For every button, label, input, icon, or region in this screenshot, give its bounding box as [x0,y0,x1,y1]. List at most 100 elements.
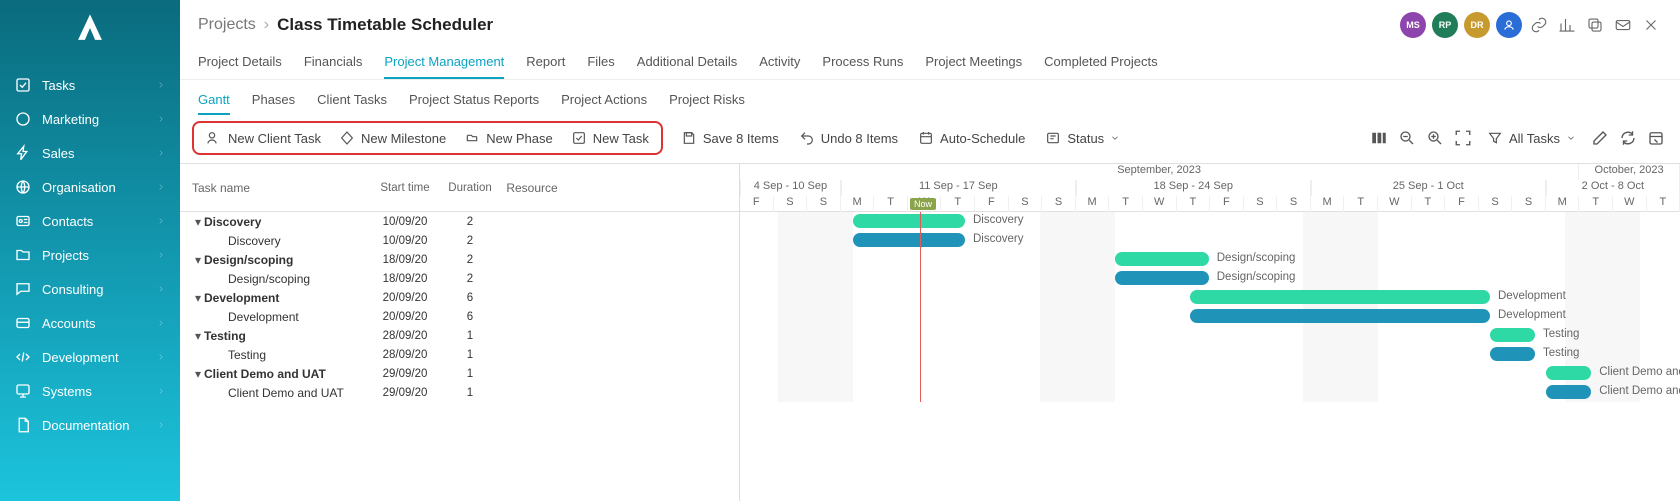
tab-project-details[interactable]: Project Details [198,48,282,79]
sidebar-item-projects[interactable]: Projects [0,238,180,272]
gantt-bar[interactable] [1490,347,1535,361]
zoom-out-icon[interactable] [1395,126,1419,150]
task-row[interactable]: ▾Client Demo and UAT29/09/201 [180,364,739,383]
new-task-button[interactable]: New Task [563,126,657,150]
timeline-row[interactable]: Client Demo and UAT [740,383,1680,402]
edit-icon[interactable] [1588,126,1612,150]
avatar[interactable] [1496,12,1522,38]
timeline-row[interactable]: Discovery [740,231,1680,250]
breadcrumb-sep: › [264,16,269,34]
timeline-row[interactable]: Design/scoping [740,269,1680,288]
avatar[interactable]: MS [1400,12,1426,38]
gantt-bar[interactable] [1190,309,1490,323]
zoom-fit-icon[interactable] [1451,126,1475,150]
sidebar-item-tasks[interactable]: Tasks [0,68,180,102]
task-name: Design/scoping [204,253,293,267]
caret-down-icon[interactable]: ▾ [192,367,204,381]
tab-financials[interactable]: Financials [304,48,363,79]
gantt-timeline[interactable]: September, 2023October, 20234 Sep - 10 S… [740,164,1680,501]
timeline-row[interactable]: Development [740,307,1680,326]
caret-down-icon[interactable]: ▾ [192,253,204,267]
tab-project-meetings[interactable]: Project Meetings [925,48,1022,79]
task-row[interactable]: ▾Design/scoping18/09/202 [180,250,739,269]
new-client-task-button[interactable]: New Client Task [198,126,329,150]
timeline-row[interactable]: Client Demo and UAT [740,364,1680,383]
sidebar-item-accounts[interactable]: Accounts [0,306,180,340]
refresh-icon[interactable] [1616,126,1640,150]
zoom-in-icon[interactable] [1423,126,1447,150]
save-button[interactable]: Save 8 Items [673,126,787,150]
close-icon[interactable] [1640,14,1662,36]
timeline-row[interactable]: Design/scoping [740,250,1680,269]
avatar[interactable]: RP [1432,12,1458,38]
tab-process-runs[interactable]: Process Runs [822,48,903,79]
sidebar-item-systems[interactable]: Systems [0,374,180,408]
timeline-row[interactable]: Development [740,288,1680,307]
gantt-bar[interactable] [853,233,966,247]
task-row[interactable]: Client Demo and UAT29/09/201 [180,383,739,402]
tab-additional-details[interactable]: Additional Details [637,48,737,79]
today-icon[interactable] [1644,126,1668,150]
new-phase-button[interactable]: New Phase [456,126,560,150]
copy-icon[interactable] [1584,14,1606,36]
gantt-bar[interactable] [1490,328,1535,342]
sidebar-item-organisation[interactable]: Organisation [0,170,180,204]
sidebar-item-contacts[interactable]: Contacts [0,204,180,238]
tab-phases[interactable]: Phases [252,86,295,115]
status-dropdown[interactable]: Status [1037,126,1128,150]
sidebar-item-consulting[interactable]: Consulting [0,272,180,306]
gantt-bar-label: Design/scoping [1217,271,1296,283]
chevron-right-icon [156,316,166,331]
gantt-bar[interactable] [1115,252,1209,266]
tab-project-actions[interactable]: Project Actions [561,86,647,115]
timeline-body[interactable]: DiscoveryDiscoveryDesign/scopingDesign/s… [740,212,1680,402]
tab-completed-projects[interactable]: Completed Projects [1044,48,1157,79]
tab-gantt[interactable]: Gantt [198,86,230,115]
sidebar-item-marketing[interactable]: Marketing [0,102,180,136]
timeline-row[interactable]: Discovery [740,212,1680,231]
undo-button[interactable]: Undo 8 Items [791,126,906,150]
col-header-name[interactable]: Task name [180,181,370,195]
tab-files[interactable]: Files [587,48,614,79]
col-header-duration[interactable]: Duration [440,182,500,194]
breadcrumb-root[interactable]: Projects [198,16,256,34]
timeline-row[interactable]: Testing [740,345,1680,364]
task-row[interactable]: ▾Testing28/09/201 [180,326,739,345]
sidebar-item-development[interactable]: Development [0,340,180,374]
new-milestone-button[interactable]: New Milestone [331,126,454,150]
tab-activity[interactable]: Activity [759,48,800,79]
gantt-bar[interactable] [1190,290,1490,304]
now-tag: Now [910,198,936,210]
gantt-bar[interactable] [1546,366,1591,380]
gantt-bar[interactable] [1546,385,1591,399]
task-row[interactable]: Testing28/09/201 [180,345,739,364]
col-header-start[interactable]: Start time [370,182,440,194]
caret-down-icon[interactable]: ▾ [192,329,204,343]
timeline-row[interactable]: Testing [740,326,1680,345]
task-row[interactable]: ▾Development20/09/206 [180,288,739,307]
caret-down-icon[interactable]: ▾ [192,215,204,229]
caret-down-icon[interactable]: ▾ [192,291,204,305]
gantt-bar[interactable] [1115,271,1209,285]
tab-project-management[interactable]: Project Management [384,48,504,79]
avatar[interactable]: DR [1464,12,1490,38]
task-row[interactable]: ▾Discovery10/09/202 [180,212,739,231]
page-title: Class Timetable Scheduler [277,15,493,35]
columns-icon[interactable] [1367,126,1391,150]
tab-project-status-reports[interactable]: Project Status Reports [409,86,539,115]
tab-project-risks[interactable]: Project Risks [669,86,745,115]
col-header-resource[interactable]: Resource [500,181,564,195]
auto-schedule-button[interactable]: Auto-Schedule [910,126,1033,150]
tab-report[interactable]: Report [526,48,565,79]
gantt-bar[interactable] [853,214,966,228]
link-icon[interactable] [1528,14,1550,36]
sidebar-item-documentation[interactable]: Documentation [0,408,180,442]
sidebar-item-sales[interactable]: Sales [0,136,180,170]
tab-client-tasks[interactable]: Client Tasks [317,86,387,115]
mail-icon[interactable] [1612,14,1634,36]
filter-dropdown[interactable]: All Tasks [1479,126,1584,150]
task-row[interactable]: Design/scoping18/09/202 [180,269,739,288]
task-row[interactable]: Discovery10/09/202 [180,231,739,250]
task-row[interactable]: Development20/09/206 [180,307,739,326]
chart-icon[interactable] [1556,14,1578,36]
